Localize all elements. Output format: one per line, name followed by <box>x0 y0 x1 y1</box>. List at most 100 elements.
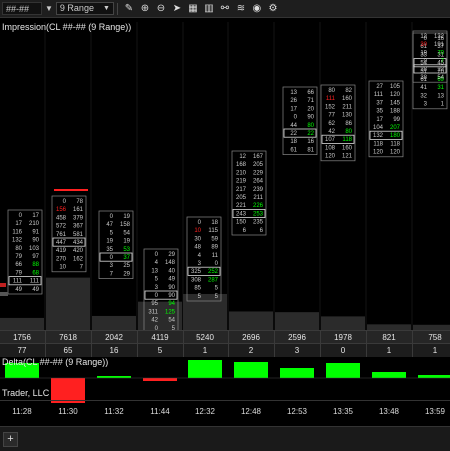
bid-volume: 152 <box>325 104 336 110</box>
ask-volume: 90 <box>307 115 314 121</box>
bid-volume: 118 <box>373 141 383 147</box>
add-tab-button[interactable]: + <box>3 432 18 447</box>
bid-volume: 19 <box>106 239 113 245</box>
ask-volume: 71 <box>307 98 314 104</box>
ask-volume: 40 <box>168 268 175 274</box>
ask-volume: 160 <box>342 145 353 151</box>
ask-volume: 367 <box>73 224 84 230</box>
ask-volume: 105 <box>390 84 401 90</box>
bid-volume: 17 <box>290 106 297 112</box>
bid-volume: 0 <box>19 213 23 219</box>
bid-volume: 308 <box>191 277 202 283</box>
ask-volume: 167 <box>253 154 264 160</box>
bid-volume: 116 <box>12 229 22 235</box>
delta-cell: 65 <box>45 344 92 357</box>
delta-bar <box>97 376 131 378</box>
ask-volume: 18 <box>211 220 218 226</box>
ask-volume: 80 <box>307 123 314 129</box>
bid-volume: 447 <box>56 240 67 246</box>
ask-volume: 80 <box>345 129 352 135</box>
ask-volume: 59 <box>211 236 218 242</box>
delta-cell: 1 <box>366 344 413 357</box>
bid-volume: 42 <box>328 129 335 135</box>
bid-volume: 10 <box>194 228 201 234</box>
delta-cell: 77 <box>0 344 46 357</box>
ask-volume: 53 <box>123 247 130 253</box>
ask-volume: 158 <box>120 222 131 228</box>
ask-volume: 145 <box>390 100 401 106</box>
bid-volume: 3 <box>110 263 114 269</box>
ask-volume: 210 <box>29 221 40 227</box>
ask-volume: 207 <box>390 125 401 131</box>
bid-volume: 210 <box>236 170 247 176</box>
delta-bar <box>234 362 268 378</box>
time-label: 11:44 <box>150 407 170 416</box>
ask-volume: 239 <box>253 187 264 193</box>
ask-volume: 49 <box>168 277 175 283</box>
ask-volume: 97 <box>32 254 39 260</box>
delta-panel-title: Delta(CL ##-## (9 Range)) <box>2 357 109 367</box>
bid-volume: 17 <box>15 221 22 227</box>
ask-volume: 90 <box>168 285 175 291</box>
bid-volume: 95 <box>151 301 158 307</box>
ask-volume: 120 <box>390 150 401 156</box>
ask-volume: 91 <box>32 229 39 235</box>
ask-volume: 161 <box>73 207 84 213</box>
bid-volume: 107 <box>325 137 336 143</box>
bid-volume: 79 <box>15 270 22 276</box>
footprint-chart[interactable]: 0 1717 210116 91132 9080 10379 9766 8879 68111 11… <box>0 0 450 450</box>
bid-volume: 35 <box>106 247 113 253</box>
bid-volume: 3 <box>424 102 428 108</box>
volume-bar <box>321 316 365 330</box>
price-marker <box>0 292 8 296</box>
ask-volume: 205 <box>253 162 264 168</box>
ask-volume: 191 <box>434 42 445 48</box>
delta-cell: 5 <box>137 344 184 357</box>
bid-volume: 5 <box>155 277 159 283</box>
bid-volume: 0 <box>198 220 202 226</box>
bid-volume: 572 <box>56 224 67 230</box>
ask-volume: 13 <box>437 93 444 99</box>
bid-volume: 17 <box>376 117 383 123</box>
bid-volume: 19 <box>420 50 427 56</box>
panel-title: Impression(CL ##-## (9 Range)) <box>2 22 132 32</box>
bid-volume: 79 <box>15 254 22 260</box>
bid-volume: 419 <box>56 248 67 254</box>
delta-value-row: 77 65 16 5 1 2 3 0 1 1 <box>0 343 450 357</box>
time-label: 13:35 <box>332 407 354 416</box>
bid-volume: 85 <box>194 286 201 292</box>
delta-bar <box>418 375 450 378</box>
bid-volume: 13 <box>151 268 158 274</box>
ask-volume: 0 <box>215 261 219 267</box>
ask-volume: 5 <box>215 286 219 292</box>
ask-volume: 188 <box>390 109 401 115</box>
bid-volume: 4 <box>198 253 202 259</box>
bid-volume: 104 <box>373 125 384 131</box>
price-marker <box>0 283 6 287</box>
ask-volume: 229 <box>253 170 264 176</box>
ask-volume: 11 <box>212 253 219 259</box>
bid-volume: 80 <box>328 88 335 94</box>
ask-volume: 7 <box>80 265 84 271</box>
bid-volume: 66 <box>15 262 22 268</box>
time-label: 12:53 <box>286 407 308 416</box>
time-label: 13:59 <box>424 407 446 416</box>
ask-volume: 81 <box>307 147 314 153</box>
bid-volume: 221 <box>236 203 247 209</box>
time-label: 11:30 <box>58 407 78 416</box>
ask-volume: 235 <box>253 220 264 226</box>
ask-volume: 111 <box>30 279 40 285</box>
bid-volume: 41 <box>420 85 427 91</box>
ask-volume: 162 <box>73 256 84 262</box>
ask-volume: 7 <box>441 59 445 65</box>
bid-volume: 243 <box>236 211 247 217</box>
bid-volume: 111 <box>374 92 384 98</box>
bid-volume: 0 <box>424 59 428 65</box>
bid-volume: 0 <box>155 293 159 299</box>
ask-volume: 132 <box>434 34 445 40</box>
bid-volume: 0 <box>294 115 298 121</box>
ask-volume: 49 <box>32 287 39 293</box>
bid-volume: 311 <box>148 309 158 315</box>
ask-volume: 125 <box>165 309 176 315</box>
ask-volume: 118 <box>342 137 352 143</box>
